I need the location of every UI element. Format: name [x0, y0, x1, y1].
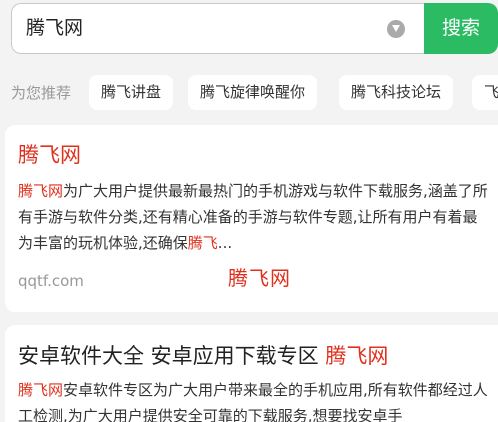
search-button[interactable]: 搜索	[424, 3, 498, 54]
recommend-label: 为您推荐	[11, 84, 72, 102]
clear-icon	[392, 25, 400, 32]
result-title[interactable]: 安卓软件大全 安卓应用下载专区 腾飞网	[18, 340, 388, 370]
description-text: 安卓软件专区为广大用户带来最全的手机应用,所有软件都经过人工检测,为广大用户提供…	[18, 381, 488, 422]
recommend-chip[interactable]: 腾飞讲盘	[89, 75, 174, 110]
result-source[interactable]: qqtf.com	[18, 272, 84, 290]
title-text: 安卓软件大全 安卓应用下载专区	[18, 344, 326, 368]
description-highlight: 腾飞	[187, 234, 218, 252]
result-card[interactable]: 腾飞网 腾飞网为广大用户提供最新最热门的手机游戏与软件下载服务,涵盖了所有手游与…	[5, 125, 498, 312]
recommend-chip[interactable]: 腾飞旋律唤醒你	[188, 75, 318, 110]
recommend-row: 为您推荐 腾飞讲盘 腾飞旋律唤醒你 腾飞科技论坛 飞	[0, 75, 498, 111]
result-description: 腾飞网为广大用户提供最新最热门的手机游戏与软件下载服务,涵盖了所有手游与软件分类…	[18, 178, 490, 256]
site-watermark: 腾飞网	[228, 266, 291, 290]
recommend-chip[interactable]: 飞	[472, 75, 498, 110]
clear-search-button[interactable]	[387, 20, 405, 38]
description-text: 为广大用户提供最新最热门的手机游戏与软件下载服务,涵盖了所有手游与软件分类,还有…	[18, 182, 488, 252]
result-title[interactable]: 腾飞网	[18, 139, 81, 169]
result-card[interactable]: 安卓软件大全 安卓应用下载专区 腾飞网 腾飞网安卓软件专区为广大用户带来最全的手…	[5, 325, 498, 422]
recommend-chip[interactable]: 腾飞科技论坛	[339, 75, 454, 110]
search-box[interactable]	[11, 3, 424, 54]
search-bar: 搜索	[0, 0, 498, 58]
description-highlight: 腾飞网	[18, 182, 64, 200]
description-ellipsis: ...	[217, 234, 233, 252]
description-highlight: 腾飞网	[18, 381, 64, 399]
search-input[interactable]	[26, 4, 366, 53]
title-highlight: 腾飞网	[325, 344, 389, 368]
result-description: 腾飞网安卓软件专区为广大用户带来最全的手机应用,所有软件都经过人工检测,为广大用…	[18, 377, 490, 422]
